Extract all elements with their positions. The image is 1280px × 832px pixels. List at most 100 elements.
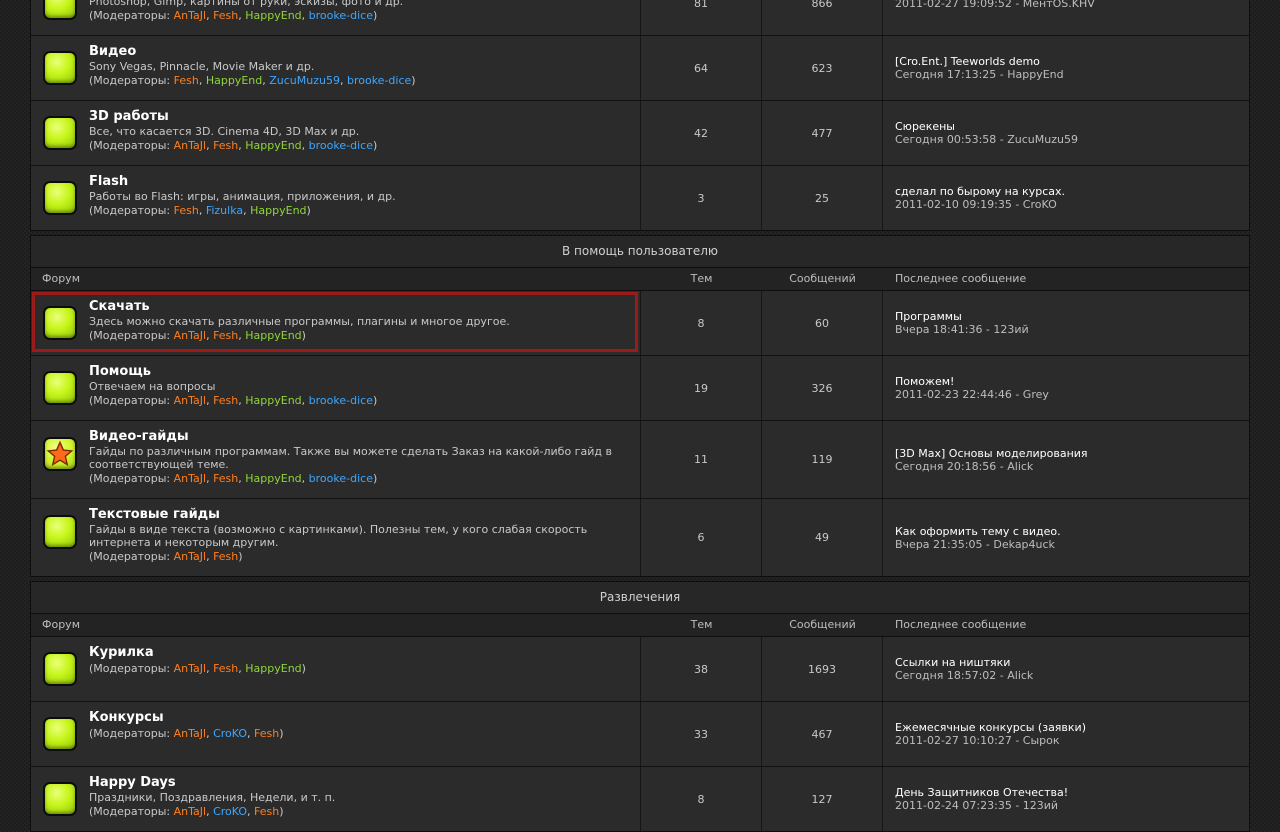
- moderator-link[interactable]: Fesh: [254, 805, 279, 818]
- forum-title-link[interactable]: Видео: [89, 44, 416, 60]
- forum-row: 3D работы Все, что касается 3D. Cinema 4D…: [31, 101, 1249, 166]
- moderators-suffix: ): [372, 394, 378, 407]
- moderator-link[interactable]: CroKO: [213, 727, 247, 740]
- topics-count: 19: [641, 356, 762, 420]
- last-post-link[interactable]: День Защитников Отечества!: [895, 786, 1249, 799]
- moderator-link[interactable]: Fesh: [213, 550, 238, 563]
- moderator-link[interactable]: HappyEnd: [245, 662, 301, 675]
- moderator-link[interactable]: CroKO: [213, 805, 247, 818]
- moderator-link[interactable]: AnTaJl: [174, 139, 206, 152]
- moderator-link[interactable]: ZucuMuzu59: [269, 74, 340, 87]
- forum-title-link[interactable]: Помощь: [89, 364, 377, 380]
- forum-row: Конкурсы (Модераторы: AnTaJl, CroKO, Fesh…: [31, 702, 1249, 767]
- moderators-prefix: (Модераторы:: [89, 727, 174, 740]
- last-post-meta: Вчера 21:35:05 - Dekap4uck: [895, 537, 1055, 551]
- topics-count: 11: [641, 421, 762, 498]
- moderator-separator: ,: [206, 550, 214, 563]
- last-post-link[interactable]: Ссылки на ништяки: [895, 656, 1249, 669]
- last-post-cell: [3D Max] Основы моделирования Сегодня 20:…: [883, 421, 1249, 498]
- forum-info: Видео Sony Vegas, Pinnacle, Movie Maker и…: [89, 36, 416, 100]
- forum-info: Скачать Здесь можно скачать различные про…: [89, 291, 510, 355]
- moderator-link[interactable]: HappyEnd: [245, 472, 301, 485]
- forum-title-link[interactable]: Видео-гайды: [89, 429, 640, 445]
- forum-cell: PhotoshopPhotoshop, Gimp, картины от рук…: [31, 0, 641, 35]
- header-posts: Сообщений: [789, 272, 856, 285]
- moderator-separator: ,: [301, 472, 309, 485]
- last-post-link[interactable]: сделал по бырому на курсах.: [895, 185, 1249, 198]
- moderator-link[interactable]: AnTaJl: [174, 727, 206, 740]
- moderator-link[interactable]: AnTaJl: [174, 9, 206, 22]
- category-title[interactable]: Развлечения: [30, 581, 1250, 613]
- moderator-link[interactable]: Fesh: [174, 204, 199, 217]
- moderator-link[interactable]: AnTaJl: [174, 662, 206, 675]
- forum-cell: Видео-гайды Гайды по различным программам…: [31, 421, 641, 498]
- forum-title-link[interactable]: Flash: [89, 174, 396, 190]
- moderator-link[interactable]: Fesh: [213, 394, 238, 407]
- moderators-suffix: ): [372, 139, 378, 152]
- moderator-link[interactable]: HappyEnd: [250, 204, 306, 217]
- moderator-link[interactable]: Fesh: [213, 472, 238, 485]
- moderator-link[interactable]: HappyEnd: [245, 394, 301, 407]
- forum-description: Здесь можно скачать различные программы,…: [89, 315, 510, 328]
- moderator-link[interactable]: Fesh: [213, 329, 238, 342]
- forum-unread-icon: [43, 371, 77, 405]
- forum-title-link[interactable]: Конкурсы: [89, 710, 284, 726]
- last-post-cell: 2011-02-27 19:09:52 - МентOS.KHV: [883, 0, 1249, 35]
- last-post-cell: Поможем! 2011-02-23 22:44:46 - Grey: [883, 356, 1249, 420]
- forum-title-link[interactable]: 3D работы: [89, 109, 377, 125]
- last-post-link[interactable]: Как оформить тему с видео.: [895, 525, 1249, 538]
- moderator-link[interactable]: HappyEnd: [245, 329, 301, 342]
- forum-unread-icon: [43, 116, 77, 150]
- moderators-suffix: ): [238, 550, 243, 563]
- forum-title-link[interactable]: Скачать: [89, 299, 510, 315]
- forum-row: Видео Sony Vegas, Pinnacle, Movie Maker и…: [31, 36, 1249, 101]
- moderators-prefix: (Модераторы:: [89, 204, 174, 217]
- moderator-separator: ,: [198, 204, 206, 217]
- last-post-cell: сделал по бырому на курсах. 2011-02-10 09…: [883, 166, 1249, 230]
- forum-description: Гайды в виде текста (возможно с картинка…: [89, 523, 588, 549]
- last-post-cell: Программы Вчера 18:41:36 - 123ий: [883, 291, 1249, 355]
- last-post-link[interactable]: Поможем!: [895, 375, 1249, 388]
- forum-cell: Flash Работы во Flash: игры, анимация, пр…: [31, 166, 641, 230]
- moderator-link[interactable]: AnTaJl: [174, 329, 206, 342]
- moderator-link[interactable]: HappyEnd: [206, 74, 262, 87]
- last-post-link[interactable]: [Cro.Ent.] Teeworlds demo: [895, 55, 1249, 68]
- category-block: Форум Тем Сообщений Последнее сообщение Кури…: [30, 613, 1250, 832]
- moderator-link[interactable]: HappyEnd: [245, 139, 301, 152]
- moderator-link[interactable]: Fesh: [213, 9, 238, 22]
- moderator-link[interactable]: brooke-dice: [309, 472, 373, 485]
- moderator-link[interactable]: AnTaJl: [174, 472, 206, 485]
- moderator-separator: ,: [247, 727, 255, 740]
- moderator-link[interactable]: AnTaJl: [174, 394, 206, 407]
- moderator-link[interactable]: Fesh: [213, 662, 238, 675]
- last-post-link[interactable]: Программы: [895, 310, 1249, 323]
- forum-row: Текстовые гайды Гайды в виде текста (возм…: [31, 499, 1249, 576]
- moderator-link[interactable]: Fizulka: [206, 204, 243, 217]
- moderators-suffix: ): [279, 805, 284, 818]
- moderator-link[interactable]: brooke-dice: [347, 74, 411, 87]
- moderator-link[interactable]: Fesh: [174, 74, 199, 87]
- forum-title-link[interactable]: Happy Days: [89, 775, 335, 791]
- moderator-link[interactable]: brooke-dice: [309, 139, 373, 152]
- moderator-link[interactable]: AnTaJl: [174, 550, 206, 563]
- topics-count: 38: [641, 637, 762, 701]
- posts-count: 127: [762, 767, 883, 831]
- moderator-separator: ,: [206, 805, 214, 818]
- forum-title-link[interactable]: Курилка: [89, 645, 306, 661]
- moderator-link[interactable]: AnTaJl: [174, 805, 206, 818]
- last-post-link[interactable]: Сюрекены: [895, 120, 1249, 133]
- forum-title-link[interactable]: Текстовые гайды: [89, 507, 640, 523]
- category-title[interactable]: В помощь пользователю: [30, 235, 1250, 267]
- moderator-link[interactable]: brooke-dice: [309, 9, 373, 22]
- moderator-link[interactable]: HappyEnd: [245, 9, 301, 22]
- moderator-link[interactable]: Fesh: [254, 727, 279, 740]
- moderator-link[interactable]: brooke-dice: [309, 394, 373, 407]
- last-post-link[interactable]: [3D Max] Основы моделирования: [895, 447, 1249, 460]
- moderator-link[interactable]: Fesh: [213, 139, 238, 152]
- last-post-meta: 2011-02-27 10:10:27 - Сырок: [895, 734, 1060, 747]
- forum-description: Все, что касается 3D. Cinema 4D, 3D Max …: [89, 125, 360, 138]
- moderators-line: (Модераторы: AnTaJl, Fesh, HappyEnd): [89, 661, 306, 677]
- last-post-link[interactable]: Ежемесячные конкурсы (заявки): [895, 721, 1249, 734]
- last-post-meta: 2011-02-27 19:09:52 - МентOS.KHV: [895, 0, 1095, 10]
- moderators-line: (Модераторы: AnTaJl, Fesh, HappyEnd, bro…: [89, 138, 377, 154]
